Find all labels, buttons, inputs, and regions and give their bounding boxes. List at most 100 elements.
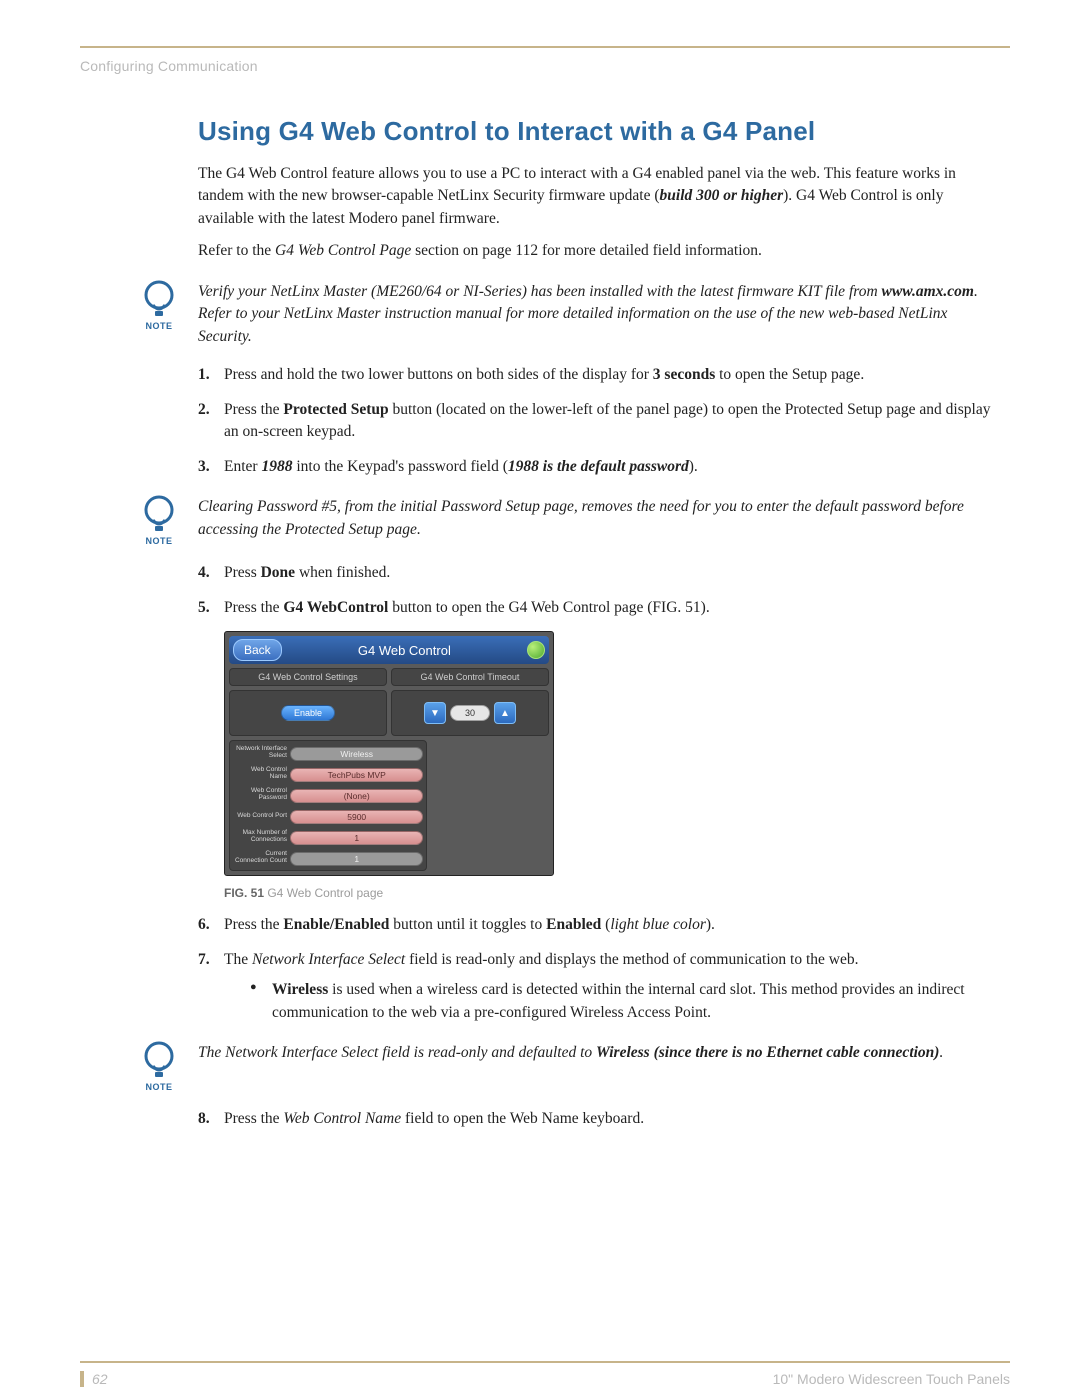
step-1: Press and hold the two lower buttons on …	[198, 364, 1000, 386]
text: The	[224, 951, 252, 968]
text: Press	[224, 564, 261, 581]
page-title: Using G4 Web Control to Interact with a …	[198, 116, 1000, 147]
status-indicator-icon	[527, 641, 545, 659]
note-text-1: Verify your NetLinx Master (ME260/64 or …	[198, 279, 1000, 348]
settings-row: Web Control Port5900	[233, 807, 423, 825]
figure-number: FIG. 51	[224, 886, 264, 900]
settings-row-label: Web Control Port	[233, 813, 287, 820]
text: Enter	[224, 458, 261, 475]
note-block-2: NOTE Clearing Password #5, from the init…	[80, 494, 1000, 546]
text: Press the	[224, 1110, 283, 1127]
bullet-list: Wireless is used when a wireless card is…	[250, 979, 1000, 1024]
text-bold: 3 seconds	[653, 366, 715, 383]
intro-paragraph-2: Refer to the G4 Web Control Page section…	[198, 240, 1000, 262]
text: into the Keypad's password field (	[292, 458, 507, 475]
text: ).	[706, 916, 715, 933]
text-bold: Done	[261, 564, 295, 581]
text: The Network Interface Select field is re…	[198, 1044, 596, 1061]
note-icon: NOTE	[80, 279, 198, 331]
step-4: Press Done when finished.	[198, 562, 1000, 584]
tab-settings[interactable]: G4 Web Control Settings	[229, 668, 387, 686]
step-7: The Network Interface Select field is re…	[198, 949, 1000, 1024]
text: section on page 112 for more detailed fi…	[411, 242, 762, 259]
settings-row: Web Control NameTechPubs MVP	[233, 765, 423, 783]
document-title: 10" Modero Widescreen Touch Panels	[773, 1371, 1010, 1387]
settings-row: Web Control Password(None)	[233, 786, 423, 804]
figure-51: Back G4 Web Control G4 Web Control Setti…	[224, 631, 554, 876]
text: Refer to the	[198, 242, 275, 259]
page-number: 62	[80, 1371, 108, 1387]
intro-paragraph-1: The G4 Web Control feature allows you to…	[198, 163, 1000, 230]
settings-row-label: Web Control Password	[233, 788, 287, 802]
step-2: Press the Protected Setup button (locate…	[198, 399, 1000, 444]
figure-caption-text: G4 Web Control page	[264, 886, 383, 900]
note-text-3: The Network Interface Select field is re…	[198, 1040, 1000, 1064]
text-bold: G4 WebControl	[283, 599, 388, 616]
settings-grid: Network Interface SelectWirelessWeb Cont…	[229, 740, 427, 871]
text: field is read-only and displays the meth…	[405, 951, 858, 968]
note-block-1: NOTE Verify your NetLinx Master (ME260/6…	[80, 279, 1000, 348]
text: Verify your NetLinx Master (ME260/64 or …	[198, 283, 882, 300]
settings-row-value: 1	[290, 852, 423, 866]
text: button to open the G4 Web Control page (…	[388, 599, 709, 616]
text: Press the	[224, 599, 283, 616]
settings-row-label: Network Interface Select	[233, 746, 287, 760]
steps-list-c: Press the Enable/Enabled button until it…	[198, 914, 1000, 1024]
text-bold: Enabled	[546, 916, 601, 933]
settings-row-value[interactable]: TechPubs MVP	[290, 768, 423, 782]
note-label: NOTE	[145, 321, 172, 331]
text: Press and hold the two lower buttons on …	[224, 366, 653, 383]
text: .	[939, 1044, 943, 1061]
figure-title: G4 Web Control	[288, 643, 521, 658]
text: to open the Setup page.	[715, 366, 864, 383]
settings-row-label: Web Control Name	[233, 767, 287, 781]
settings-row-label: Current Connection Count	[233, 851, 287, 865]
text-italic: 1988 is the default password	[508, 458, 689, 475]
text: Press the	[224, 401, 283, 418]
timeout-down-button[interactable]: ▼	[424, 702, 446, 724]
section-header: Configuring Communication	[80, 58, 1010, 74]
text-italic: Network Interface Select	[252, 951, 405, 968]
settings-row: Current Connection Count1	[233, 849, 423, 867]
text-bold: Wireless (since there is no Ethernet cab…	[596, 1044, 939, 1061]
text: Press the	[224, 916, 283, 933]
lightbulb-icon	[141, 494, 177, 534]
figure-header: Back G4 Web Control	[229, 636, 549, 664]
note-block-3: NOTE The Network Interface Select field …	[80, 1040, 1000, 1092]
text-bold: 1988	[261, 458, 292, 475]
text: button until it toggles to	[389, 916, 546, 933]
text-url: www.amx.com	[882, 283, 974, 300]
settings-row-value[interactable]: 1	[290, 831, 423, 845]
text: when finished.	[295, 564, 390, 581]
step-5: Press the G4 WebControl button to open t…	[198, 597, 1000, 619]
text-ref: G4 Web Control Page	[275, 242, 411, 259]
text-build: build 300 or higher	[660, 187, 784, 204]
settings-row-value[interactable]: 5900	[290, 810, 423, 824]
bullet-wireless: Wireless is used when a wireless card is…	[250, 979, 1000, 1024]
step-6: Press the Enable/Enabled button until it…	[198, 914, 1000, 936]
figure-caption: FIG. 51 G4 Web Control page	[224, 886, 1000, 900]
settings-row: Network Interface SelectWireless	[233, 744, 423, 762]
settings-row-value: Wireless	[290, 747, 423, 761]
timeout-panel: ▼ 30 ▲	[391, 690, 549, 736]
note-icon: NOTE	[80, 494, 198, 546]
settings-row: Max Number of Connections1	[233, 828, 423, 846]
text-bold: Enable/Enabled	[283, 916, 389, 933]
step-8: Press the Web Control Name field to open…	[198, 1108, 1000, 1130]
settings-row-value[interactable]: (None)	[290, 789, 423, 803]
back-button[interactable]: Back	[233, 639, 282, 661]
steps-list-b: Press Done when finished. Press the G4 W…	[198, 562, 1000, 619]
timeout-up-button[interactable]: ▲	[494, 702, 516, 724]
text: field to open the Web Name keyboard.	[401, 1110, 644, 1127]
text-bold: Protected Setup	[283, 401, 388, 418]
enable-panel: Enable	[229, 690, 387, 736]
steps-list-d: Press the Web Control Name field to open…	[198, 1108, 1000, 1130]
lightbulb-icon	[141, 1040, 177, 1080]
tab-timeout[interactable]: G4 Web Control Timeout	[391, 668, 549, 686]
timeout-value: 30	[450, 705, 490, 721]
note-icon: NOTE	[80, 1040, 198, 1092]
enable-button[interactable]: Enable	[281, 705, 335, 721]
text-italic: light blue color	[610, 916, 706, 933]
text-italic: Web Control Name	[283, 1110, 401, 1127]
text: ).	[689, 458, 698, 475]
